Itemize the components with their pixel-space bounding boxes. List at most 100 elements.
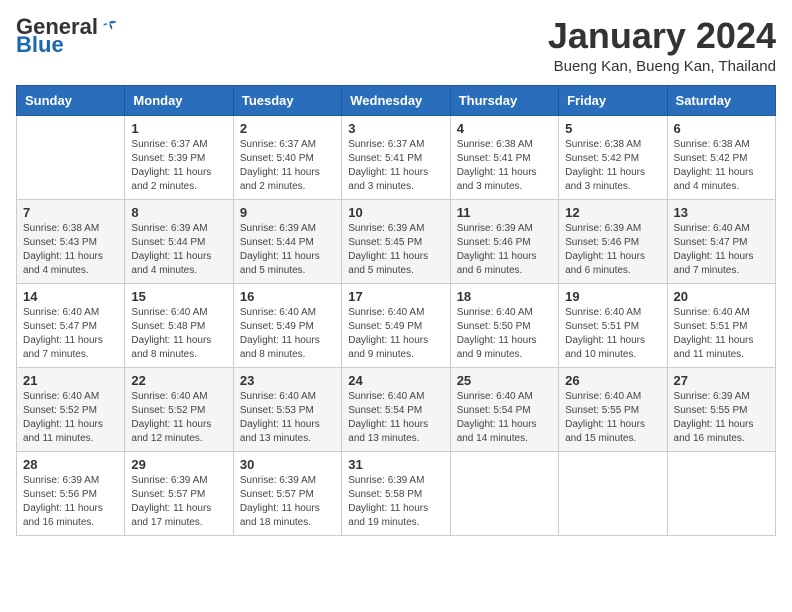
week-row-4: 21 Sunrise: 6:40 AMSunset: 5:52 PMDayligh… bbox=[17, 367, 776, 451]
day-number: 6 bbox=[674, 121, 769, 136]
day-info: Sunrise: 6:40 AMSunset: 5:52 PMDaylight:… bbox=[23, 390, 118, 446]
day-cell: 20Sunrise: 6:40 AMSunset: 5:51 PMDayligh… bbox=[667, 283, 775, 367]
day-info: Sunrise: 6:40 AMSunset: 5:53 PMDaylight:… bbox=[240, 390, 335, 446]
weekday-header-tuesday: Tuesday bbox=[233, 85, 341, 115]
day-number: 23 bbox=[240, 373, 335, 388]
day-cell: 2Sunrise: 6:37 AMSunset: 5:40 PMDaylight… bbox=[233, 115, 341, 199]
logo-blue-text: Blue bbox=[16, 32, 64, 57]
weekday-header-wednesday: Wednesday bbox=[342, 85, 450, 115]
day-info: Sunrise: 6:39 AMSunset: 5:57 PMDaylight:… bbox=[131, 474, 226, 530]
day-cell bbox=[450, 451, 558, 535]
logo: General Blue bbox=[16, 16, 118, 57]
day-number: 13 bbox=[674, 205, 769, 220]
day-info: Sunrise: 6:39 AMSunset: 5:45 PMDaylight:… bbox=[348, 222, 443, 278]
day-cell: 6 Sunrise: 6:38 AMSunset: 5:42 PMDaylight… bbox=[667, 115, 775, 199]
day-cell: 14 Sunrise: 6:40 AMSunset: 5:47 PMDayligh… bbox=[17, 283, 125, 367]
day-cell: 18 Sunrise: 6:40 AMSunset: 5:50 PMDayligh… bbox=[450, 283, 558, 367]
weekday-header-thursday: Thursday bbox=[450, 85, 558, 115]
day-number: 4 bbox=[457, 121, 552, 136]
day-info: Sunrise: 6:40 AMSunset: 5:54 PMDaylight:… bbox=[457, 390, 552, 446]
day-cell: 8Sunrise: 6:39 AMSunset: 5:44 PMDaylight… bbox=[125, 199, 233, 283]
page-header: General Blue January 2024 Bueng Kan, Bue… bbox=[16, 16, 776, 75]
day-number: 27 bbox=[674, 373, 769, 388]
calendar-subtitle: Bueng Kan, Bueng Kan, Thailand bbox=[548, 58, 776, 75]
day-cell: 15 Sunrise: 6:40 AMSunset: 5:48 PMDayligh… bbox=[125, 283, 233, 367]
week-row-2: 7Sunrise: 6:38 AMSunset: 5:43 PMDaylight… bbox=[17, 199, 776, 283]
week-row-3: 14 Sunrise: 6:40 AMSunset: 5:47 PMDayligh… bbox=[17, 283, 776, 367]
day-info: Sunrise: 6:38 AMSunset: 5:42 PMDaylight:… bbox=[565, 138, 660, 194]
day-number: 26 bbox=[565, 373, 660, 388]
day-cell: 3 Sunrise: 6:37 AMSunset: 5:41 PMDaylight… bbox=[342, 115, 450, 199]
day-info: Sunrise: 6:39 AMSunset: 5:58 PMDaylight:… bbox=[348, 474, 443, 530]
day-number: 5 bbox=[565, 121, 660, 136]
day-number: 20 bbox=[674, 289, 769, 304]
day-info: Sunrise: 6:37 AMSunset: 5:40 PMDaylight:… bbox=[240, 138, 335, 194]
day-number: 14 bbox=[23, 289, 118, 304]
day-info: Sunrise: 6:39 AMSunset: 5:46 PMDaylight:… bbox=[565, 222, 660, 278]
day-cell: 19 Sunrise: 6:40 AMSunset: 5:51 PMDayligh… bbox=[559, 283, 667, 367]
day-cell: 13 Sunrise: 6:40 AMSunset: 5:47 PMDayligh… bbox=[667, 199, 775, 283]
day-cell: 11 Sunrise: 6:39 AMSunset: 5:46 PMDayligh… bbox=[450, 199, 558, 283]
day-cell: 22 Sunrise: 6:40 AMSunset: 5:52 PMDayligh… bbox=[125, 367, 233, 451]
day-cell: 21 Sunrise: 6:40 AMSunset: 5:52 PMDayligh… bbox=[17, 367, 125, 451]
day-info: Sunrise: 6:39 AMSunset: 5:57 PMDaylight:… bbox=[240, 474, 335, 530]
weekday-header-friday: Friday bbox=[559, 85, 667, 115]
day-cell: 7Sunrise: 6:38 AMSunset: 5:43 PMDaylight… bbox=[17, 199, 125, 283]
day-info: Sunrise: 6:40 AMSunset: 5:51 PMDaylight:… bbox=[565, 306, 660, 362]
day-info: Sunrise: 6:39 AMSunset: 5:55 PMDaylight:… bbox=[674, 390, 769, 446]
day-cell: 28Sunrise: 6:39 AMSunset: 5:56 PMDayligh… bbox=[17, 451, 125, 535]
day-cell: 26 Sunrise: 6:40 AMSunset: 5:55 PMDayligh… bbox=[559, 367, 667, 451]
day-number: 8 bbox=[131, 205, 226, 220]
day-cell: 16Sunrise: 6:40 AMSunset: 5:49 PMDayligh… bbox=[233, 283, 341, 367]
weekday-header-sunday: Sunday bbox=[17, 85, 125, 115]
week-row-1: 1 Sunrise: 6:37 AMSunset: 5:39 PMDaylight… bbox=[17, 115, 776, 199]
title-section: January 2024 Bueng Kan, Bueng Kan, Thail… bbox=[548, 16, 776, 75]
day-cell: 4 Sunrise: 6:38 AMSunset: 5:41 PMDaylight… bbox=[450, 115, 558, 199]
day-number: 3 bbox=[348, 121, 443, 136]
day-cell: 30Sunrise: 6:39 AMSunset: 5:57 PMDayligh… bbox=[233, 451, 341, 535]
day-cell: 27 Sunrise: 6:39 AMSunset: 5:55 PMDayligh… bbox=[667, 367, 775, 451]
day-info: Sunrise: 6:40 AMSunset: 5:49 PMDaylight:… bbox=[348, 306, 443, 362]
day-number: 28 bbox=[23, 457, 118, 472]
day-cell: 10 Sunrise: 6:39 AMSunset: 5:45 PMDayligh… bbox=[342, 199, 450, 283]
day-number: 17 bbox=[348, 289, 443, 304]
day-info: Sunrise: 6:38 AMSunset: 5:42 PMDaylight:… bbox=[674, 138, 769, 194]
week-row-5: 28Sunrise: 6:39 AMSunset: 5:56 PMDayligh… bbox=[17, 451, 776, 535]
day-number: 29 bbox=[131, 457, 226, 472]
day-number: 12 bbox=[565, 205, 660, 220]
day-info: Sunrise: 6:40 AMSunset: 5:47 PMDaylight:… bbox=[674, 222, 769, 278]
day-number: 1 bbox=[131, 121, 226, 136]
day-info: Sunrise: 6:40 AMSunset: 5:50 PMDaylight:… bbox=[457, 306, 552, 362]
day-cell: 12 Sunrise: 6:39 AMSunset: 5:46 PMDayligh… bbox=[559, 199, 667, 283]
day-info: Sunrise: 6:37 AMSunset: 5:39 PMDaylight:… bbox=[131, 138, 226, 194]
day-info: Sunrise: 6:40 AMSunset: 5:48 PMDaylight:… bbox=[131, 306, 226, 362]
day-number: 18 bbox=[457, 289, 552, 304]
day-cell: 1 Sunrise: 6:37 AMSunset: 5:39 PMDaylight… bbox=[125, 115, 233, 199]
day-number: 15 bbox=[131, 289, 226, 304]
day-number: 25 bbox=[457, 373, 552, 388]
weekday-header-row: SundayMondayTuesdayWednesdayThursdayFrid… bbox=[17, 85, 776, 115]
day-info: Sunrise: 6:39 AMSunset: 5:46 PMDaylight:… bbox=[457, 222, 552, 278]
day-number: 21 bbox=[23, 373, 118, 388]
day-cell: 25 Sunrise: 6:40 AMSunset: 5:54 PMDayligh… bbox=[450, 367, 558, 451]
day-cell: 23 Sunrise: 6:40 AMSunset: 5:53 PMDayligh… bbox=[233, 367, 341, 451]
day-info: Sunrise: 6:40 AMSunset: 5:47 PMDaylight:… bbox=[23, 306, 118, 362]
day-info: Sunrise: 6:40 AMSunset: 5:52 PMDaylight:… bbox=[131, 390, 226, 446]
day-info: Sunrise: 6:40 AMSunset: 5:54 PMDaylight:… bbox=[348, 390, 443, 446]
day-number: 11 bbox=[457, 205, 552, 220]
day-number: 10 bbox=[348, 205, 443, 220]
weekday-header-saturday: Saturday bbox=[667, 85, 775, 115]
day-info: Sunrise: 6:39 AMSunset: 5:44 PMDaylight:… bbox=[240, 222, 335, 278]
day-number: 22 bbox=[131, 373, 226, 388]
day-info: Sunrise: 6:37 AMSunset: 5:41 PMDaylight:… bbox=[348, 138, 443, 194]
day-cell: 31Sunrise: 6:39 AMSunset: 5:58 PMDayligh… bbox=[342, 451, 450, 535]
day-info: Sunrise: 6:40 AMSunset: 5:55 PMDaylight:… bbox=[565, 390, 660, 446]
calendar-title: January 2024 bbox=[548, 16, 776, 56]
day-cell bbox=[17, 115, 125, 199]
day-cell: 9Sunrise: 6:39 AMSunset: 5:44 PMDaylight… bbox=[233, 199, 341, 283]
day-info: Sunrise: 6:40 AMSunset: 5:49 PMDaylight:… bbox=[240, 306, 335, 362]
day-info: Sunrise: 6:38 AMSunset: 5:41 PMDaylight:… bbox=[457, 138, 552, 194]
day-cell bbox=[667, 451, 775, 535]
day-cell: 5 Sunrise: 6:38 AMSunset: 5:42 PMDaylight… bbox=[559, 115, 667, 199]
day-number: 19 bbox=[565, 289, 660, 304]
